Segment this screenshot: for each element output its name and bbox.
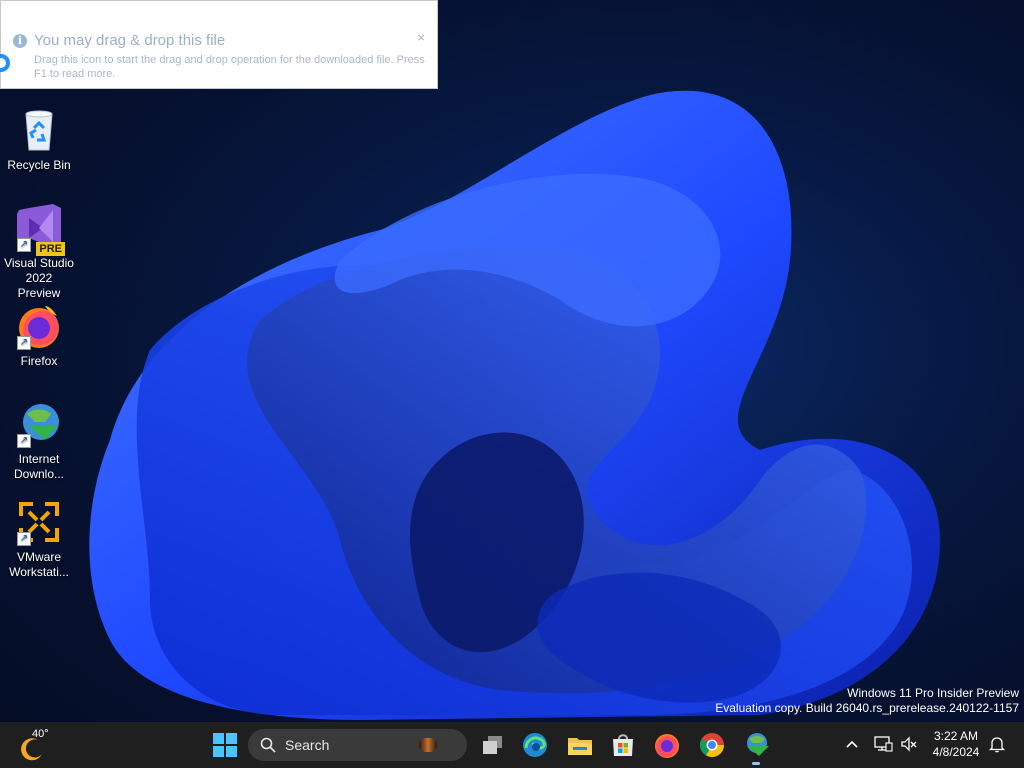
visual-studio-icon: PRE ↗ (15, 204, 65, 256)
vmware-icon: ↗ (15, 498, 63, 546)
preview-badge: PRE (36, 242, 65, 256)
shortcut-arrow-icon: ↗ (17, 434, 31, 448)
volume-muted-icon (901, 736, 917, 752)
desktop-icon-visual-studio[interactable]: PRE ↗ Visual Studio 2022 Preview (4, 204, 74, 301)
firefox-icon: ↗ (15, 302, 63, 350)
chrome-icon (699, 733, 724, 758)
start-button[interactable] (210, 730, 240, 760)
taskbar: 40° Search 3:22 AM 4/8/2024 (0, 722, 1024, 768)
shortcut-arrow-icon: ↗ (17, 336, 31, 350)
taskbar-chrome-button[interactable] (697, 730, 727, 760)
running-indicator (752, 762, 760, 765)
volume-button[interactable] (899, 734, 919, 754)
drag-drop-notification: i You may drag & drop this file Drag thi… (0, 0, 438, 89)
vmware-label-line1: VMware (16, 550, 61, 564)
idm-icon: ↗ (15, 400, 63, 448)
windows-watermark: Windows 11 Pro Insider Preview Evaluatio… (715, 686, 1019, 716)
task-view-icon (483, 736, 502, 754)
recycle-bin-label: Recycle Bin (7, 158, 71, 172)
taskbar-firefox-button[interactable] (652, 730, 682, 760)
desktop-icon-firefox[interactable]: ↗ Firefox (4, 302, 74, 369)
watermark-line1: Windows 11 Pro Insider Preview (847, 686, 1019, 700)
idm-label-line1: Internet (18, 452, 60, 466)
watermark-line2: Evaluation copy. Build 26040.rs_prerelea… (715, 701, 1019, 715)
notification-close-button[interactable]: × (417, 30, 425, 45)
network-icon (874, 736, 893, 752)
desktop-icon-internet-download-manager[interactable]: ↗ Internet Downlo... (4, 400, 74, 482)
folder-icon (568, 738, 592, 755)
taskbar-store-button[interactable] (608, 730, 638, 760)
desktop-icon-vmware[interactable]: ↗ VMware Workstati... (4, 498, 74, 580)
clock-time: 3:22 AM (933, 729, 979, 743)
network-button[interactable] (873, 734, 893, 754)
show-hidden-icons-button[interactable] (842, 734, 862, 754)
taskbar-edge-button[interactable] (520, 730, 550, 760)
visual-studio-label-line1: Visual Studio (4, 256, 74, 270)
store-icon (613, 734, 633, 756)
clock-button[interactable]: 3:22 AM 4/8/2024 (926, 726, 986, 764)
notifications-button[interactable] (987, 734, 1007, 754)
search-icon (260, 737, 276, 753)
chevron-up-icon (846, 740, 858, 748)
taskbar-search-box[interactable]: Search (248, 729, 467, 761)
shortcut-arrow-icon: ↗ (17, 532, 31, 546)
taskbar-file-explorer-button[interactable] (565, 730, 595, 760)
idm-label-line2: Downlo... (13, 467, 65, 481)
weather-temperature: 40° (32, 728, 49, 740)
windows-logo-icon (213, 733, 237, 757)
search-label: Search (285, 737, 330, 753)
notification-body: Drag this icon to start the drag and dro… (34, 54, 425, 80)
search-highlight-icon (419, 738, 437, 752)
vmware-label-line2: Workstati... (9, 565, 69, 579)
idm-icon (747, 733, 769, 756)
info-icon: i (13, 34, 27, 48)
taskbar-idm-button[interactable] (741, 730, 771, 765)
edge-icon (523, 733, 547, 757)
firefox-icon (655, 734, 679, 758)
firefox-label: Firefox (20, 354, 58, 368)
shortcut-arrow-icon: ↗ (17, 238, 31, 252)
clock-date: 4/8/2024 (932, 745, 980, 759)
visual-studio-label-line2: 2022 Preview (17, 271, 61, 300)
recycle-bin-icon (15, 106, 63, 154)
bell-icon (988, 737, 1006, 753)
desktop-wallpaper (0, 0, 1024, 722)
desktop-icon-recycle-bin[interactable]: Recycle Bin (4, 106, 74, 173)
task-view-button[interactable] (478, 730, 508, 760)
weather-widget[interactable]: 40° (18, 728, 58, 762)
notification-title: You may drag & drop this file (34, 32, 226, 49)
